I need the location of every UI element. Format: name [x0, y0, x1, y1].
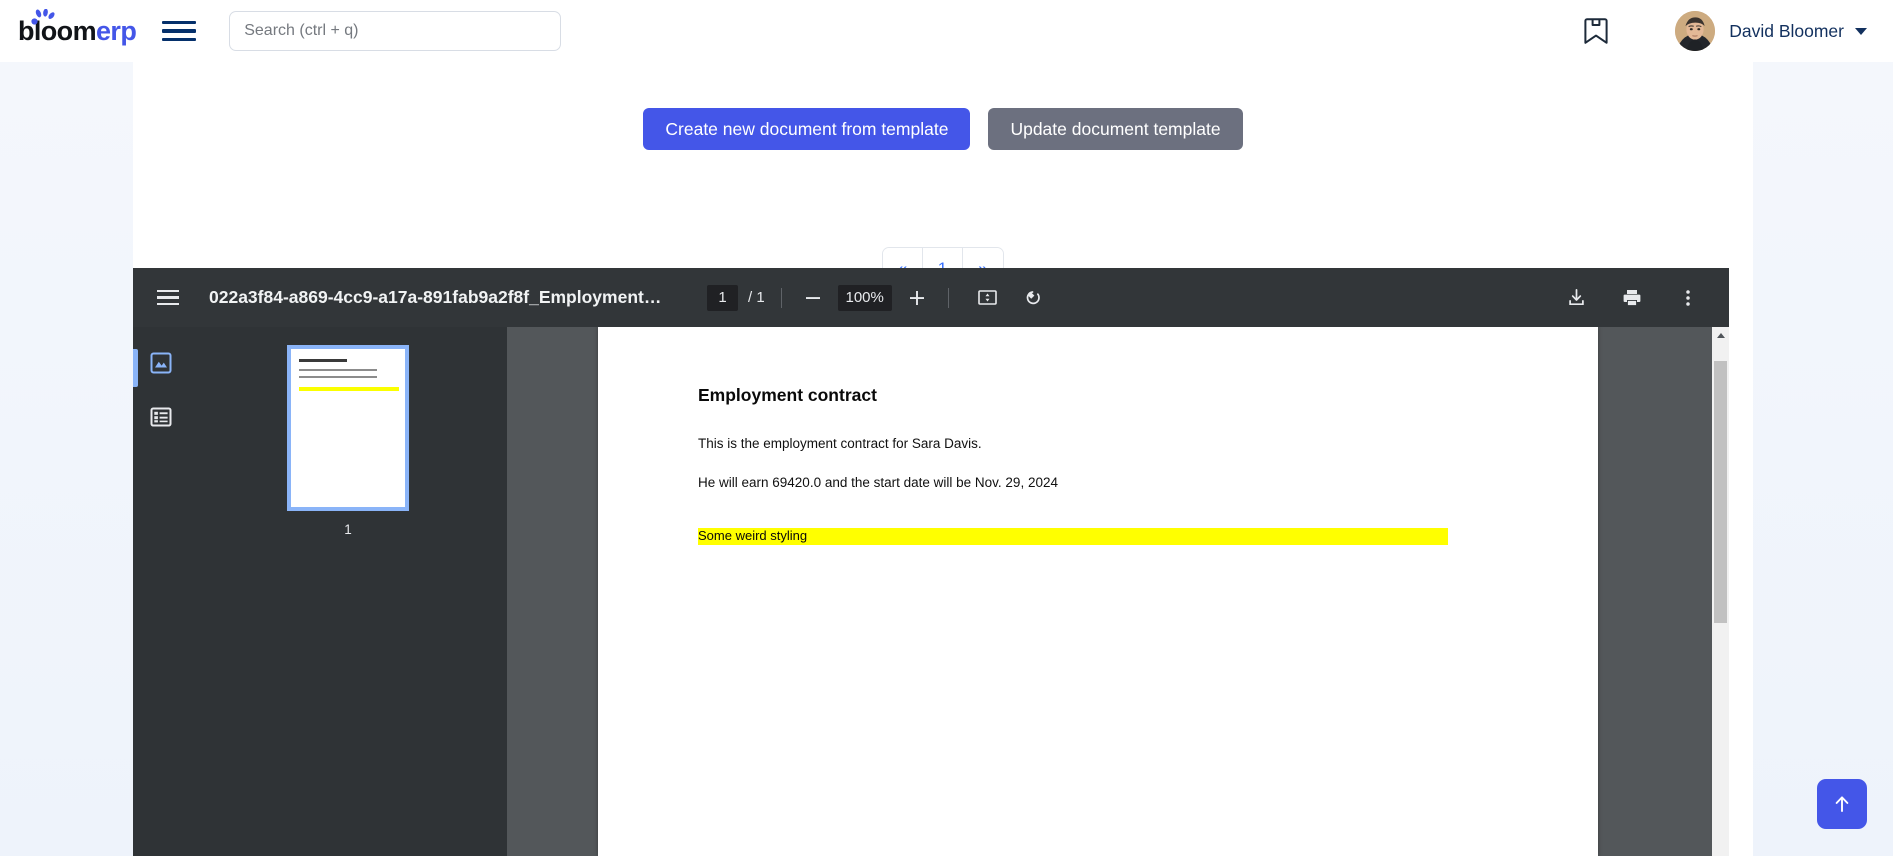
scroll-to-top-button[interactable]: [1817, 779, 1867, 829]
pdf-thumbnail-page-1[interactable]: [287, 345, 409, 511]
thumb-text-line: [299, 369, 377, 372]
create-document-button[interactable]: Create new document from template: [643, 108, 971, 150]
print-icon[interactable]: [1617, 283, 1647, 313]
pdf-thumbnail-list: 1: [189, 327, 507, 856]
toolbar-divider-2: [947, 287, 949, 308]
document-outline-icon[interactable]: [147, 403, 175, 431]
chevron-down-icon[interactable]: [1855, 27, 1867, 35]
zoom-out-icon[interactable]: [798, 283, 828, 313]
pdf-sidebar-rail: [133, 327, 189, 856]
pdf-toolbar: 022a3f84-a869-4cc9-a17a-891fab9a2f8f_Emp…: [133, 268, 1729, 327]
pdf-scrollbar-thumb[interactable]: [1714, 361, 1727, 623]
more-vertical-icon[interactable]: [1673, 283, 1703, 313]
bookmark-icon[interactable]: [1583, 16, 1609, 46]
pdf-viewer: 022a3f84-a869-4cc9-a17a-891fab9a2f8f_Emp…: [133, 268, 1729, 856]
pdf-filename: 022a3f84-a869-4cc9-a17a-891fab9a2f8f_Emp…: [209, 287, 669, 307]
document-paragraph-2: He will earn 69420.0 and the start date …: [698, 475, 1058, 490]
search-input[interactable]: [229, 11, 562, 51]
zoom-in-icon[interactable]: [902, 283, 932, 313]
template-actions-row: Create new document from template Update…: [133, 108, 1753, 150]
active-panel-indicator: [133, 349, 138, 387]
download-icon[interactable]: [1561, 283, 1591, 313]
nav-menu-toggle-icon[interactable]: [162, 18, 197, 44]
document-paragraph-1: This is the employment contract for Sara…: [698, 436, 982, 451]
thumb-highlight-band: [299, 387, 399, 392]
thumb-text-line: [299, 376, 377, 379]
avatar-image: [1675, 11, 1716, 51]
app-root: Create new document from template Update…: [0, 0, 1893, 856]
app-header: bloomerp Search (ctrl + q) David Bloomer: [0, 0, 1893, 62]
pdf-toolbar-actions: [1561, 283, 1703, 313]
pdf-sidebar-toggle-icon[interactable]: [157, 289, 179, 306]
header-actions: David Bloomer: [1583, 11, 1867, 51]
pdf-page: Employment contract This is the employme…: [598, 327, 1598, 856]
document-highlighted-text: Some weird styling: [698, 528, 1448, 545]
content-card: Create new document from template Update…: [133, 62, 1753, 856]
pdf-sidebar: 1: [133, 327, 507, 856]
pdf-page-total: / 1: [748, 289, 765, 306]
avatar[interactable]: [1675, 11, 1716, 51]
pdf-page-controls: / 1: [707, 283, 1049, 313]
toolbar-divider-1: [780, 287, 782, 308]
arrow-up-icon: [1835, 796, 1849, 812]
pdf-page-input[interactable]: [707, 284, 738, 311]
pdf-scrollbar[interactable]: [1712, 327, 1729, 856]
thumbnails-icon[interactable]: [147, 349, 175, 377]
bloom-petals-icon: [31, 8, 55, 25]
update-template-button[interactable]: Update document template: [988, 108, 1243, 150]
document-content: Employment contract This is the employme…: [598, 327, 1598, 545]
user-name[interactable]: David Bloomer: [1729, 21, 1844, 42]
rotate-counterclockwise-icon[interactable]: [1019, 283, 1049, 313]
logo-text-accent: erp: [96, 15, 137, 46]
pdf-thumbnail-page-number: 1: [344, 522, 352, 537]
thumbnail-preview: [291, 349, 405, 507]
pdf-page-stage: Employment contract This is the employme…: [507, 327, 1729, 856]
thumb-title-line: [299, 359, 347, 363]
document-title: Employment contract: [698, 385, 877, 405]
scroll-up-arrow-icon[interactable]: [1712, 327, 1729, 344]
app-logo[interactable]: bloomerp: [18, 8, 137, 46]
pdf-zoom-input[interactable]: [837, 284, 892, 311]
fit-to-page-icon[interactable]: [973, 283, 1003, 313]
